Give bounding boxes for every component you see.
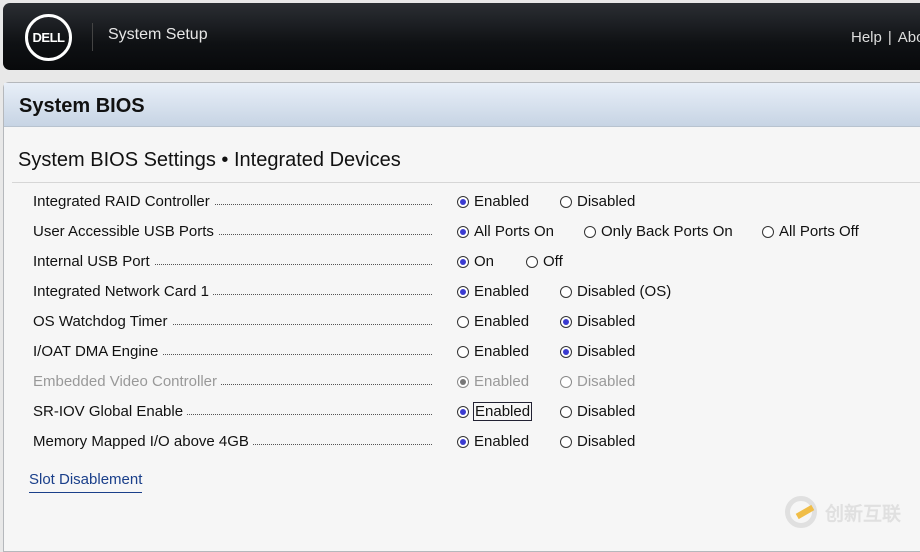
setting-label: Embedded Video Controller: [33, 373, 222, 390]
radio-button-icon[interactable]: [457, 255, 469, 268]
bios-panel: System BIOS System BIOS Settings • Integ…: [3, 82, 920, 552]
radio-option[interactable]: Enabled: [457, 283, 529, 300]
option-label: Disabled: [577, 313, 636, 330]
setting-label: Internal USB Port: [33, 253, 154, 270]
radio-button-icon[interactable]: [560, 315, 572, 328]
radio-option[interactable]: Disabled (OS): [560, 283, 671, 300]
dell-logo: DELL: [25, 14, 72, 61]
option-label: Enabled: [474, 373, 530, 390]
option-label: Disabled (OS): [577, 283, 672, 300]
option-label: Enabled: [474, 343, 530, 360]
option-label: Enabled: [474, 283, 530, 300]
radio-button-icon[interactable]: [457, 195, 469, 208]
setting-label: Integrated RAID Controller: [33, 193, 214, 210]
option-label: Only Back Ports On: [601, 223, 733, 240]
divider: [92, 23, 93, 51]
radio-button-icon[interactable]: [560, 285, 572, 298]
radio-option[interactable]: Enabled: [457, 402, 533, 421]
help-link[interactable]: Help: [851, 29, 882, 46]
radio-option[interactable]: On: [457, 253, 494, 270]
option-label: Disabled: [577, 193, 636, 210]
radio-option[interactable]: Off: [526, 253, 563, 270]
radio-button-icon[interactable]: [560, 195, 572, 208]
setting-label: Memory Mapped I/O above 4GB: [33, 433, 253, 450]
setting-row: Embedded Video Controller Enabled Disabled: [33, 373, 913, 395]
radio-option[interactable]: Enabled: [457, 313, 529, 330]
radio-button-icon[interactable]: [526, 255, 538, 268]
option-label: Enabled: [474, 313, 530, 330]
radio-option[interactable]: Disabled: [560, 403, 635, 420]
radio-button-icon[interactable]: [457, 435, 469, 448]
option-label: All Ports On: [474, 223, 555, 240]
option-label: Enabled: [474, 433, 530, 450]
option-label: Off: [543, 253, 563, 270]
option-label: Enabled: [474, 193, 530, 210]
watermark-icon: [785, 496, 817, 528]
radio-button-icon[interactable]: [457, 405, 469, 418]
option-label: On: [474, 253, 495, 270]
radio-button-icon[interactable]: [457, 315, 469, 328]
option-label: Enabled: [472, 402, 533, 421]
setting-row: I/OAT DMA Engine Enabled Disabled: [33, 343, 913, 365]
radio-button-icon[interactable]: [457, 285, 469, 298]
option-label: All Ports Off: [779, 223, 859, 240]
radio-button-icon: [560, 375, 572, 388]
setting-row: OS Watchdog Timer Enabled Disabled: [33, 313, 913, 335]
radio-option[interactable]: Disabled: [560, 343, 635, 360]
setting-row: User Accessible USB Ports All Ports On Onl…: [33, 223, 913, 245]
radio-button-icon[interactable]: [762, 225, 774, 238]
option-label: Disabled: [577, 403, 636, 420]
setting-label: I/OAT DMA Engine: [33, 343, 163, 360]
setting-label: OS Watchdog Timer: [33, 313, 172, 330]
radio-option[interactable]: Disabled: [560, 193, 635, 210]
radio-button-icon[interactable]: [457, 345, 469, 358]
radio-option[interactable]: Only Back Ports On: [584, 223, 733, 240]
setting-label: SR-IOV Global Enable: [33, 403, 188, 420]
top-bar: DELL System Setup Help | About: [3, 3, 920, 70]
radio-button-icon[interactable]: [560, 345, 572, 358]
nav-separator: |: [887, 29, 892, 46]
panel-title: System BIOS: [4, 83, 920, 127]
option-label: Disabled: [577, 373, 636, 390]
setting-label: Integrated Network Card 1: [33, 283, 213, 300]
watermark-logo: 创新互联: [785, 496, 901, 528]
top-nav: Help | About: [851, 29, 920, 46]
slot-disablement-link[interactable]: Slot Disablement: [29, 471, 143, 493]
radio-option[interactable]: Enabled: [457, 343, 529, 360]
option-label: Disabled: [577, 433, 636, 450]
setting-row: Integrated RAID Controller Enabled Disable…: [33, 193, 913, 215]
divider: [12, 182, 920, 183]
setting-row: Memory Mapped I/O above 4GB Enabled Disabl…: [33, 433, 913, 455]
page-subtitle: System BIOS Settings • Integrated Device…: [18, 149, 401, 171]
radio-option: Disabled: [560, 373, 635, 390]
radio-option[interactable]: All Ports Off: [762, 223, 859, 240]
radio-option[interactable]: Disabled: [560, 433, 635, 450]
radio-option[interactable]: Enabled: [457, 193, 529, 210]
radio-option[interactable]: Enabled: [457, 433, 529, 450]
radio-button-icon[interactable]: [457, 225, 469, 238]
app-title: System Setup: [108, 26, 208, 43]
radio-button-icon[interactable]: [584, 225, 596, 238]
radio-button-icon: [457, 375, 469, 388]
setting-row: Internal USB Port On Off: [33, 253, 913, 275]
radio-button-icon[interactable]: [560, 405, 572, 418]
radio-option[interactable]: All Ports On: [457, 223, 554, 240]
about-link[interactable]: About: [898, 29, 920, 46]
setting-row: Integrated Network Card 1 Enabled Disabled…: [33, 283, 913, 305]
setting-label: User Accessible USB Ports: [33, 223, 218, 240]
radio-option[interactable]: Disabled: [560, 313, 635, 330]
radio-button-icon[interactable]: [560, 435, 572, 448]
setting-row: SR-IOV Global Enable Enabled Disabled: [33, 402, 913, 425]
option-label: Disabled: [577, 343, 636, 360]
radio-option: Enabled: [457, 373, 529, 390]
